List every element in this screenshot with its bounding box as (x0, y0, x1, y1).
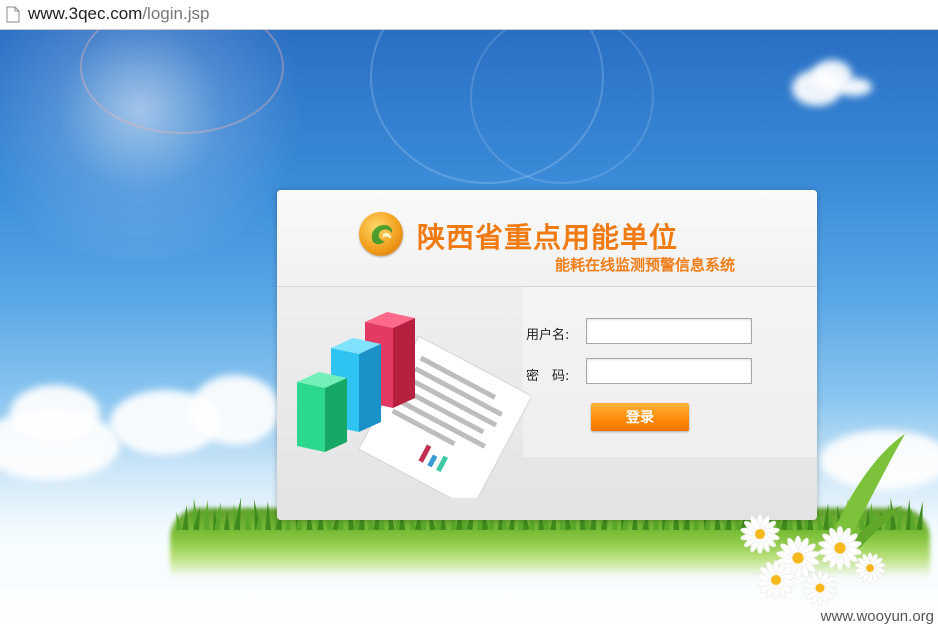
login-header: 陕西省重点用能单位 能耗在线监测预警信息系统 (277, 190, 817, 287)
url-host: www.3qec.com (28, 4, 143, 23)
url-text[interactable]: www.3qec.com/login.jsp (28, 4, 209, 24)
address-bar[interactable]: www.3qec.com/login.jsp (0, 0, 938, 30)
grass-blade (244, 506, 251, 530)
page-icon (6, 6, 20, 23)
daisy-icon (740, 513, 780, 555)
grass-blade (223, 510, 231, 531)
username-input[interactable] (586, 318, 752, 344)
cloud (190, 375, 280, 445)
watermark: www.wooyun.org (820, 608, 934, 625)
password-input[interactable] (586, 358, 752, 384)
grass-blade (203, 499, 211, 531)
cloud (10, 385, 100, 440)
url-path: /login.jsp (142, 4, 210, 23)
system-title: 陕西省重点用能单位 (417, 221, 679, 254)
system-subtitle: 能耗在线监测预警信息系统 (555, 256, 736, 274)
login-button[interactable]: 登录 (591, 403, 689, 431)
grass-blade (264, 500, 272, 531)
username-label: 用户名: (526, 328, 570, 343)
daisy-flowers (740, 434, 905, 606)
logo-icon (359, 212, 403, 256)
cloud (836, 78, 872, 96)
daisy-icon (854, 552, 886, 584)
bar-chart-document-icon (297, 312, 531, 498)
password-label: 密 码: (526, 369, 570, 384)
